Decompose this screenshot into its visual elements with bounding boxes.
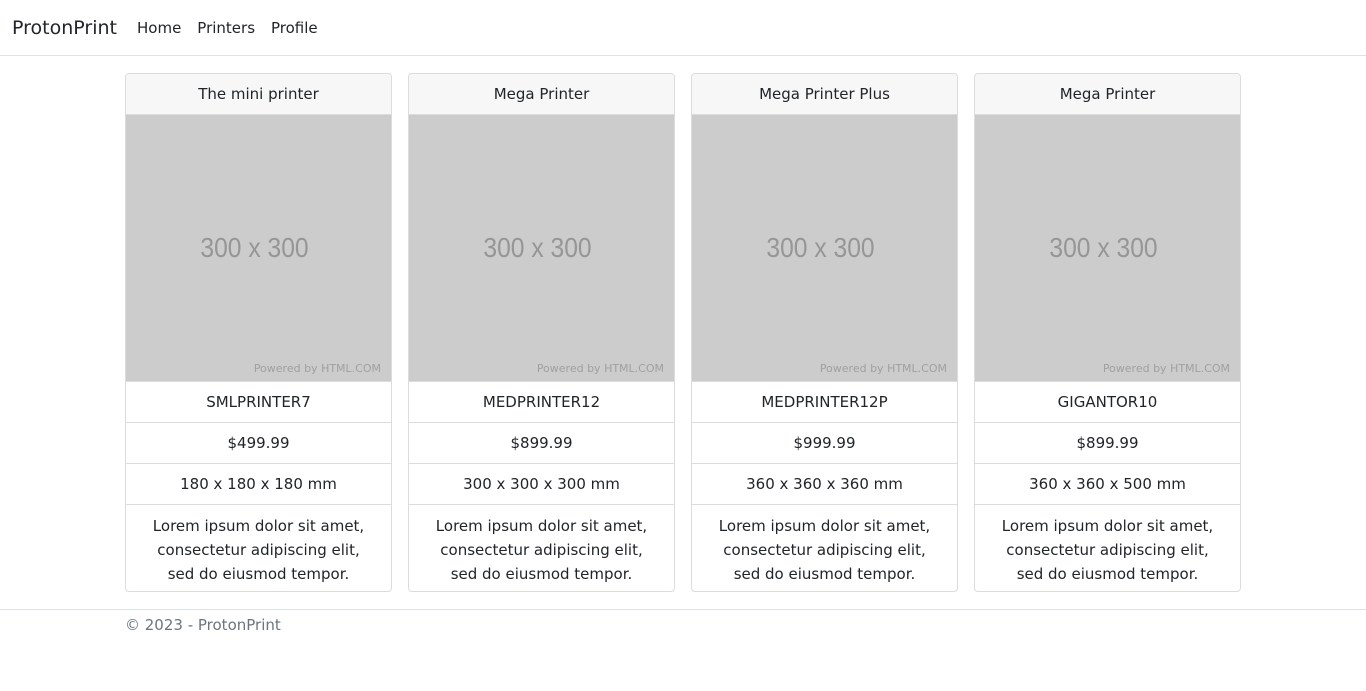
product-description: Lorem ipsum dolor sit amet, consectetur …: [692, 504, 957, 591]
nav-link-printers[interactable]: Printers: [189, 16, 263, 40]
product-card: Mega Printer 300 x 300 Powered by HTML.C…: [408, 73, 675, 592]
product-sku: SMLPRINTER7: [126, 381, 391, 422]
product-description: Lorem ipsum dolor sit amet, consectetur …: [409, 504, 674, 591]
product-image-placeholder: 300 x 300 Powered by HTML.COM: [975, 115, 1240, 381]
nav-links: Home Printers Profile: [129, 16, 326, 40]
placeholder-size-text: 300 x 300: [200, 232, 309, 263]
product-card: Mega Printer Plus 300 x 300 Powered by H…: [691, 73, 958, 592]
product-price: $999.99: [692, 422, 957, 463]
product-card: Mega Printer 300 x 300 Powered by HTML.C…: [974, 73, 1241, 592]
placeholder-powered-text: Powered by HTML.COM: [1102, 362, 1230, 375]
product-image-placeholder: 300 x 300 Powered by HTML.COM: [409, 115, 674, 381]
product-price: $899.99: [975, 422, 1240, 463]
product-price: $499.99: [126, 422, 391, 463]
product-name: Mega Printer: [975, 74, 1240, 115]
product-description: Lorem ipsum dolor sit amet, consectetur …: [126, 504, 391, 591]
product-sku: MEDPRINTER12P: [692, 381, 957, 422]
product-sku: MEDPRINTER12: [409, 381, 674, 422]
product-card: The mini printer 300 x 300 Powered by HT…: [125, 73, 392, 592]
placeholder-powered-text: Powered by HTML.COM: [536, 362, 664, 375]
nav-link-profile[interactable]: Profile: [263, 16, 326, 40]
placeholder-size-text: 300 x 300: [483, 232, 592, 263]
placeholder-powered-text: Powered by HTML.COM: [819, 362, 947, 375]
product-description: Lorem ipsum dolor sit amet, consectetur …: [975, 504, 1240, 591]
footer: © 2023 - ProtonPrint: [0, 609, 1366, 634]
product-dimensions: 360 x 360 x 360 mm: [692, 463, 957, 504]
product-image-placeholder: 300 x 300 Powered by HTML.COM: [692, 115, 957, 381]
product-dimensions: 180 x 180 x 180 mm: [126, 463, 391, 504]
placeholder-size-text: 300 x 300: [766, 232, 875, 263]
nav-link-home[interactable]: Home: [129, 16, 189, 40]
footer-copyright: © 2023 - ProtonPrint: [125, 616, 281, 634]
product-name: The mini printer: [126, 74, 391, 115]
brand-link[interactable]: ProtonPrint: [12, 15, 117, 41]
product-name: Mega Printer: [409, 74, 674, 115]
product-price: $899.99: [409, 422, 674, 463]
navbar: ProtonPrint Home Printers Profile: [0, 0, 1366, 56]
product-dimensions: 300 x 300 x 300 mm: [409, 463, 674, 504]
product-cards: The mini printer 300 x 300 Powered by HT…: [125, 73, 1241, 592]
product-image-placeholder: 300 x 300 Powered by HTML.COM: [126, 115, 391, 381]
product-sku: GIGANTOR10: [975, 381, 1240, 422]
product-dimensions: 360 x 360 x 500 mm: [975, 463, 1240, 504]
placeholder-powered-text: Powered by HTML.COM: [253, 362, 381, 375]
product-name: Mega Printer Plus: [692, 74, 957, 115]
placeholder-size-text: 300 x 300: [1049, 232, 1158, 263]
